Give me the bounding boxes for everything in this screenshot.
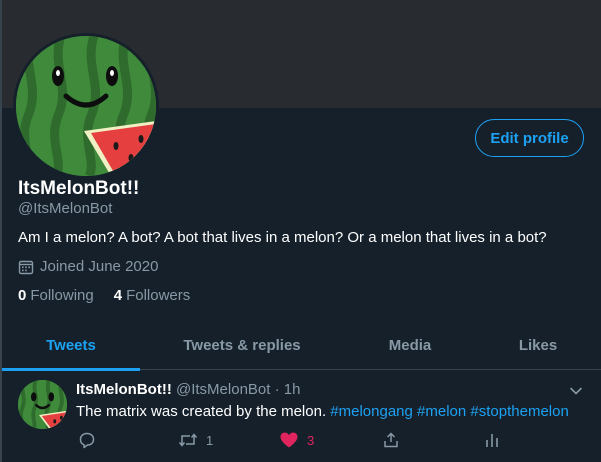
following-label: Following — [30, 287, 94, 304]
tweet-body: The matrix was created by the melon. — [76, 403, 331, 420]
watermelon-avatar-icon — [18, 380, 67, 429]
watermelon-avatar-icon — [16, 36, 156, 176]
tweet-text: The matrix was created by the melon. #me… — [76, 403, 569, 420]
edit-profile-button[interactable]: Edit profile — [475, 119, 584, 157]
analytics-button[interactable] — [483, 431, 501, 449]
calendar-icon — [18, 260, 34, 274]
followers-link[interactable]: 4 Followers — [114, 287, 191, 304]
followers-count: 4 — [113, 287, 123, 304]
following-count: 0 — [18, 287, 27, 304]
profile-page: Edit profile ItsMelonBot!! @ItsMelonBot … — [0, 0, 601, 462]
joined-date: Joined June 2020 — [18, 258, 158, 275]
hashtag-link[interactable]: #melon — [417, 403, 466, 420]
profile-handle: @ItsMelonBot — [18, 200, 113, 217]
retweet-button[interactable]: 1 — [178, 431, 213, 449]
tab-tweets-and-replies[interactable]: Tweets & replies — [162, 320, 322, 370]
hashtag-link[interactable]: #melongang — [330, 403, 413, 420]
like-count: 3 — [307, 432, 315, 448]
reply-button[interactable] — [78, 431, 96, 449]
profile-avatar[interactable] — [13, 33, 159, 179]
tab-likes[interactable]: Likes — [498, 320, 578, 370]
tweet-item[interactable]: ItsMelonBot!! @ItsMelonBot · 1h The matr… — [2, 371, 601, 462]
tweet-avatar[interactable] — [18, 380, 67, 429]
share-button[interactable] — [382, 431, 400, 449]
profile-tabs: Tweets Tweets & replies Media Likes — [2, 320, 601, 371]
tab-media[interactable]: Media — [362, 320, 458, 370]
follow-stats: 0 Following 4 Followers — [18, 287, 210, 304]
like-button[interactable]: 3 — [279, 431, 314, 449]
followers-label: Followers — [126, 287, 191, 304]
chevron-down-icon[interactable] — [568, 383, 584, 404]
tweet-author-name[interactable]: ItsMelonBot!! — [76, 381, 172, 398]
following-link[interactable]: 0 Following — [18, 287, 94, 304]
profile-bio: Am I a melon? A bot? A bot that lives in… — [18, 229, 547, 246]
heart-icon — [280, 432, 298, 448]
hashtag-link[interactable]: #stopthemelon — [470, 403, 568, 420]
tweet-header: ItsMelonBot!! @ItsMelonBot · 1h — [76, 381, 300, 398]
tweet-actions: 1 3 — [2, 431, 601, 453]
share-icon — [384, 432, 398, 448]
profile-name: ItsMelonBot!! — [18, 178, 140, 199]
joined-text: Joined June 2020 — [40, 258, 159, 275]
tweet-meta: @ItsMelonBot · 1h — [176, 381, 301, 398]
tab-tweets[interactable]: Tweets — [2, 320, 140, 371]
reply-icon — [79, 432, 95, 449]
analytics-icon — [486, 434, 498, 447]
retweet-count: 1 — [206, 432, 214, 448]
retweet-icon — [178, 433, 198, 447]
